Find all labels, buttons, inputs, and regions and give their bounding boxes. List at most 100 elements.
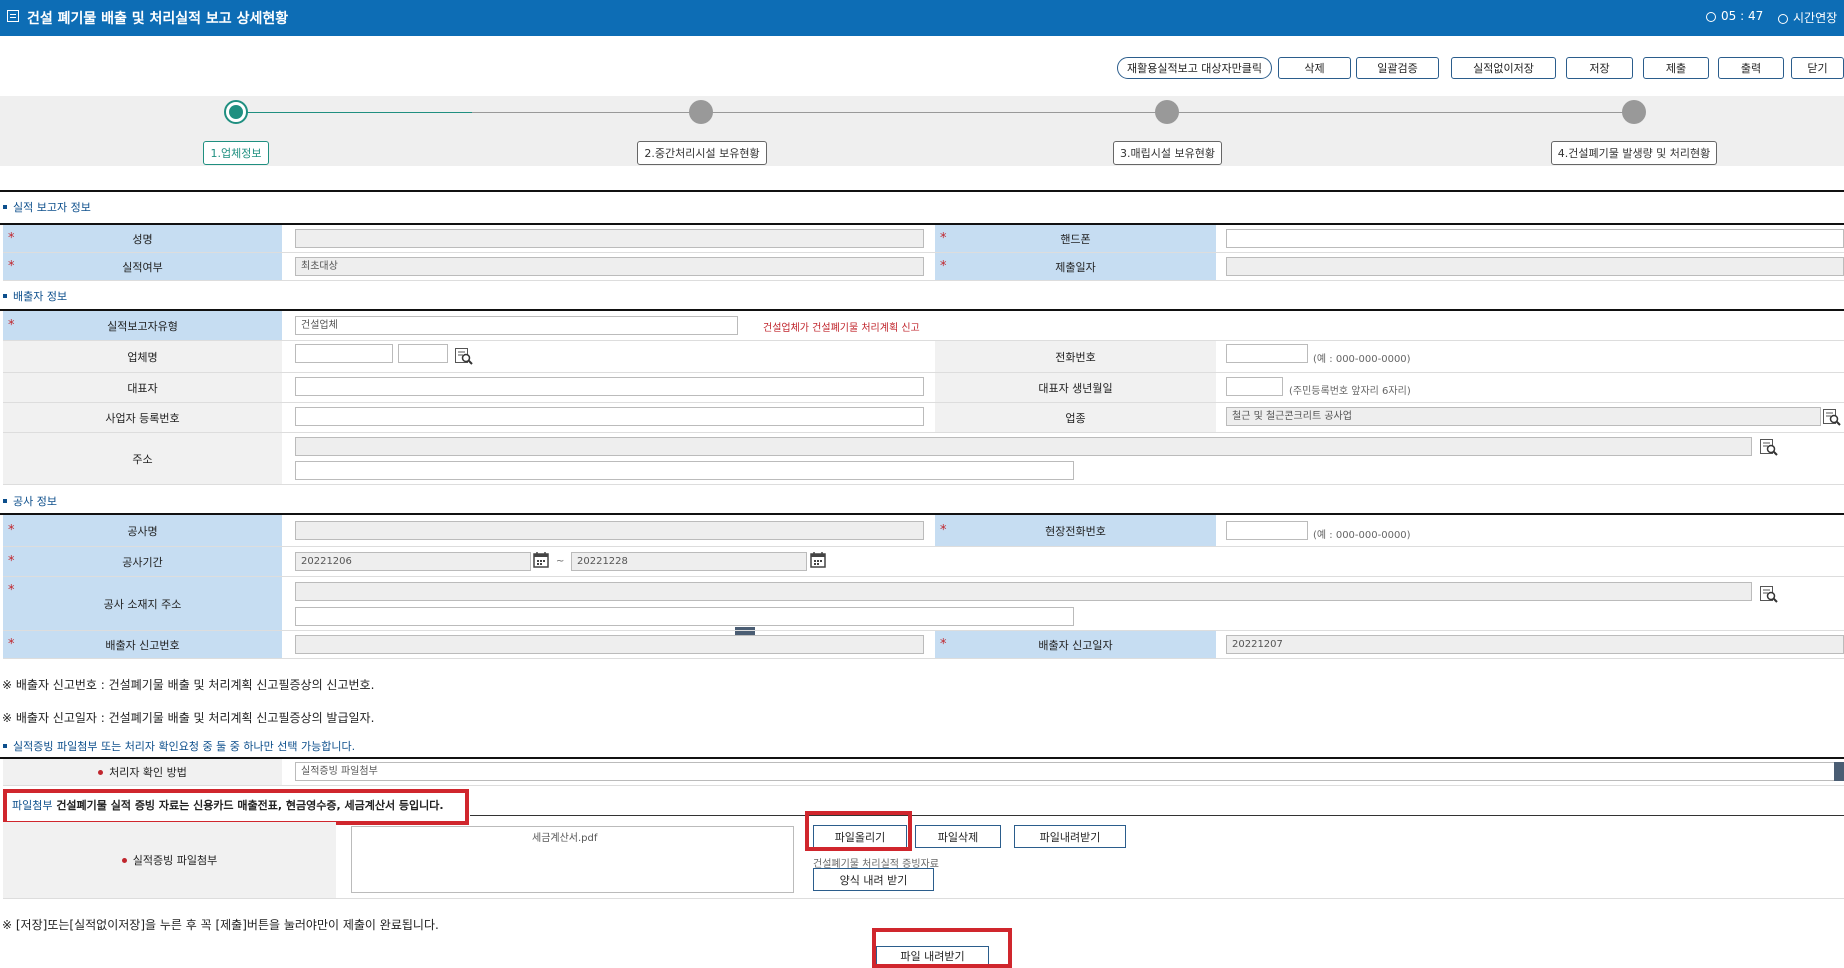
row-status: * 실적여부 최초대상 * 제출일자 (3, 253, 1844, 281)
label-name: * 성명 (3, 225, 282, 252)
label-status: * 실적여부 (3, 253, 282, 280)
industry-input[interactable]: 철근 및 철근콘크리트 공사업 (1226, 407, 1821, 426)
label-text: 실적증빙 파일첨부 (132, 854, 218, 867)
file-download-button[interactable]: 파일내려받기 (1014, 825, 1126, 848)
type-hint: 건설업체가 건설폐기물 처리계획 신고 (763, 323, 920, 334)
company-input[interactable] (295, 344, 393, 363)
site-tel-hint: (예 : 000-000-0000) (1313, 530, 1411, 541)
step-dot-1[interactable] (224, 100, 248, 124)
divider (470, 815, 1844, 816)
address-input[interactable] (295, 437, 1752, 456)
address-detail-input[interactable] (295, 461, 1074, 480)
save-button[interactable]: 저장 (1566, 57, 1633, 79)
submit-date-input[interactable] (1226, 257, 1844, 276)
type-select[interactable]: 건설업체 (295, 316, 738, 335)
row-company: 업체명 전화번호 (예 : 000-000-0000) (3, 341, 1844, 373)
label-report-no: * 배출자 신고번호 (3, 631, 282, 658)
step-line-done (236, 112, 472, 113)
search-icon[interactable] (1760, 586, 1778, 603)
calendar-icon[interactable] (533, 551, 549, 568)
close-button[interactable]: 닫기 (1791, 57, 1844, 79)
row-period: * 공사기간 20221206 ~ 20221228 (3, 547, 1844, 577)
method-select[interactable]: 실적증빙 파일첨부 (295, 762, 1836, 781)
extend-time-button[interactable]: 시간연장 (1778, 9, 1837, 26)
required-dot (98, 769, 104, 775)
construction-name-input[interactable] (295, 521, 924, 540)
label-bizno: 사업자 등록번호 (3, 403, 282, 432)
label-construction-name: * 공사명 (3, 515, 282, 546)
clock-icon (1778, 14, 1788, 24)
tel-input[interactable] (1226, 344, 1308, 363)
period-end-input[interactable]: 20221228 (571, 552, 807, 571)
period-start-input[interactable]: 20221206 (295, 552, 531, 571)
label-text: 업종 (1065, 411, 1086, 425)
phone-input[interactable] (1226, 229, 1844, 248)
section-evidence: 실적증빙 파일첨부 또는 처리자 확인요청 중 둘 중 하나만 선택 가능합니다… (3, 738, 355, 754)
company-input-2[interactable] (398, 344, 448, 363)
final-note: ※ [저장]또는[실적없이저장]을 누른 후 꼭 [제출]버튼을 눌러야만이 제… (2, 918, 439, 932)
recycle-report-button[interactable]: 재활용실적보고 대상자만클릭 (1117, 57, 1272, 79)
extend-time-label: 시간연장 (1793, 11, 1838, 25)
search-icon[interactable] (1760, 439, 1778, 456)
row-report: * 배출자 신고번호 * 배출자 신고일자 20221207 (3, 631, 1844, 659)
location-detail-input[interactable] (295, 607, 1074, 626)
step-dot-4[interactable] (1622, 100, 1646, 124)
location-input[interactable] (295, 582, 1752, 601)
highlight-box (872, 928, 1012, 968)
report-date-input[interactable]: 20221207 (1226, 635, 1844, 654)
step-label-4[interactable]: 4.건설폐기물 발생량 및 처리현황 (1551, 141, 1717, 165)
label-text: 사업자 등록번호 (105, 411, 180, 425)
row-bizno: 사업자 등록번호 업종 철근 및 철근콘크리트 공사업 (3, 403, 1844, 433)
ceo-input[interactable] (295, 377, 924, 396)
label-tel: 전화번호 (935, 341, 1216, 372)
site-tel-input[interactable] (1226, 521, 1308, 540)
row-construction-name: * 공사명 * 현장전화번호 (예 : 000-000-0000) (3, 515, 1844, 547)
label-address: 주소 (3, 433, 282, 484)
required-mark: * (940, 637, 947, 652)
step-label-3[interactable]: 3.매립시설 보유현황 (1113, 141, 1222, 165)
label-file: 실적증빙 파일첨부 (3, 822, 336, 898)
report-no-input[interactable] (295, 635, 924, 654)
required-mark: * (8, 231, 15, 246)
bizno-input[interactable] (295, 407, 924, 426)
file-list[interactable]: 세금계산서.pdf (351, 826, 794, 893)
print-button[interactable]: 출력 (1718, 57, 1784, 79)
label-text: 대표자 (127, 381, 158, 395)
label-submit-date: * 제출일자 (935, 253, 1216, 280)
ceo-birth-input[interactable] (1226, 377, 1283, 396)
label-text: 실적보고자유형 (107, 319, 178, 333)
step-label-2[interactable]: 2.중간처리시설 보유현황 (637, 141, 767, 165)
section-construction: 공사 정보 (3, 493, 57, 509)
chevron-down-icon (738, 323, 746, 328)
label-text: 배출자 신고일자 (1038, 638, 1113, 652)
dropdown-arrow[interactable] (1834, 762, 1844, 781)
form-download-button[interactable]: 양식 내려 받기 (813, 868, 934, 891)
save-without-result-button[interactable]: 실적없이저장 (1451, 57, 1556, 79)
label-type: * 실적보고자유형 (3, 311, 282, 340)
label-site-tel: * 현장전화번호 (935, 515, 1216, 546)
tel-hint: (예 : 000-000-0000) (1313, 354, 1411, 365)
note-report-date: ※ 배출자 신고일자 : 건설폐기물 배출 및 처리계획 신고필증상의 발급일자… (2, 711, 375, 725)
window-icon (7, 10, 19, 22)
batch-verify-button[interactable]: 일괄검증 (1356, 57, 1439, 79)
calendar-icon[interactable] (810, 551, 826, 568)
delete-button[interactable]: 삭제 (1278, 57, 1351, 79)
ceo-birth-hint: (주민등록번호 앞자리 6자리) (1289, 386, 1411, 397)
search-icon[interactable] (455, 348, 473, 365)
label-text: 공사기간 (122, 555, 163, 569)
label-text: 현장전화번호 (1045, 524, 1106, 538)
required-dot (121, 857, 127, 863)
step-label-1[interactable]: 1.업체정보 (203, 141, 269, 165)
label-phone: * 핸드폰 (935, 225, 1216, 252)
step-dot-3[interactable] (1155, 100, 1179, 124)
submit-button[interactable]: 제출 (1643, 57, 1709, 79)
session-timer: 05 : 47 (1706, 9, 1763, 23)
step-dot-2[interactable] (689, 100, 713, 124)
status-input[interactable]: 최초대상 (295, 257, 924, 276)
file-delete-button[interactable]: 파일삭제 (915, 825, 1001, 848)
label-text: 전화번호 (1055, 350, 1096, 364)
search-icon[interactable] (1823, 409, 1841, 426)
file-item[interactable]: 세금계산서.pdf (532, 829, 597, 844)
label-text: 실적여부 (122, 260, 163, 274)
name-input[interactable] (295, 229, 924, 248)
